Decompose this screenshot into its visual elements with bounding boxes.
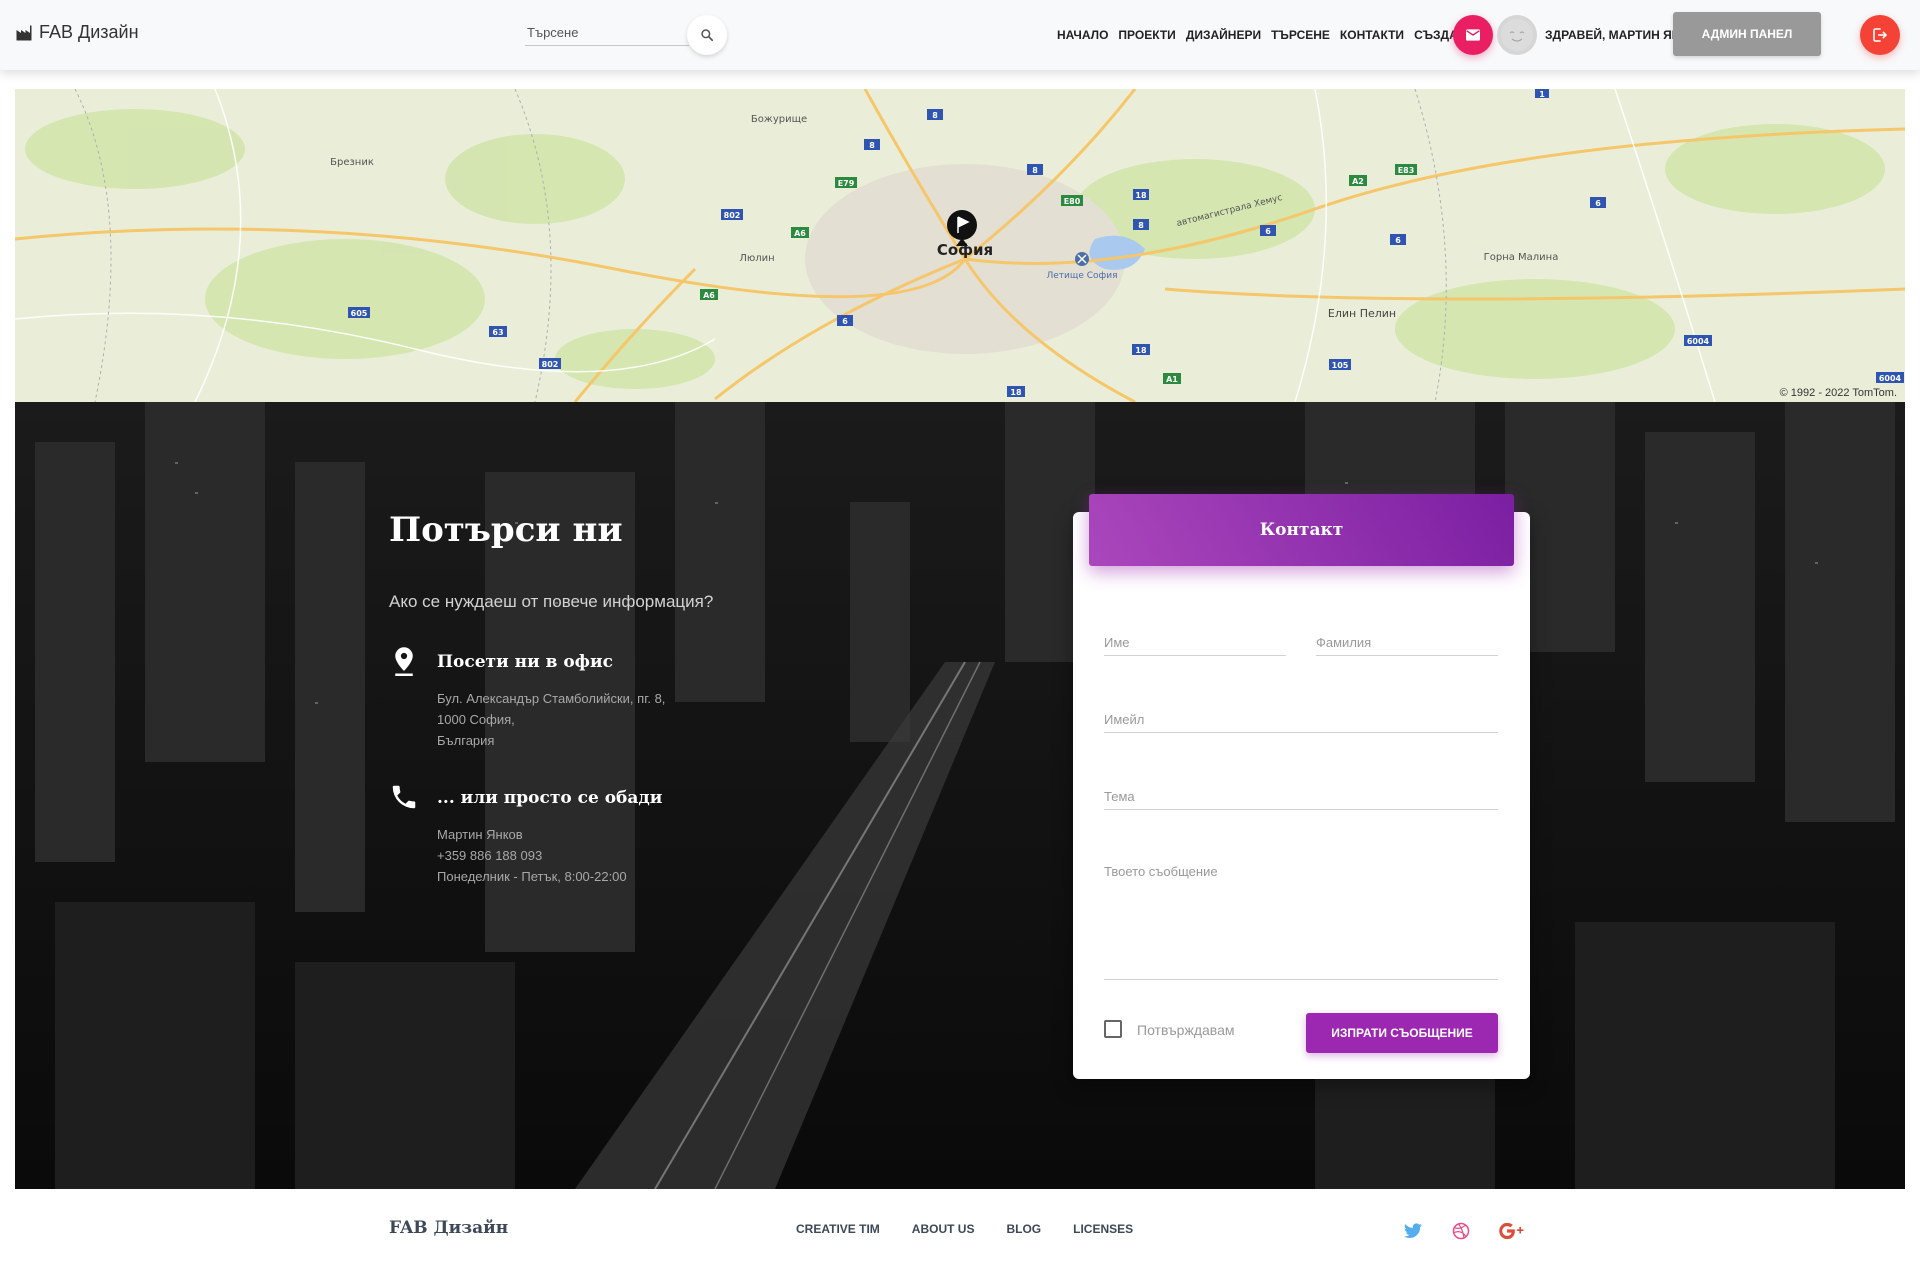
- mail-icon: [1466, 29, 1480, 41]
- contact-card-header: Контакт: [1089, 494, 1514, 566]
- subject-field[interactable]: [1104, 783, 1498, 810]
- map-road-label: E79: [838, 179, 855, 188]
- contact-name: Мартин Янков: [437, 827, 523, 842]
- map-road-label: 8: [1138, 221, 1144, 230]
- map-road-label: E80: [1064, 197, 1081, 206]
- map-place-label: Летище София: [1046, 271, 1117, 281]
- nav-link-projects[interactable]: ПРОЕКТИ: [1113, 28, 1180, 42]
- map-canvas: 8 8 8 E79 802 A6 A6 6 E80 18 8 A2 E83 6 …: [15, 89, 1905, 402]
- google-plus-link[interactable]: [1497, 1219, 1527, 1243]
- footer: FAB Дизайн CREATIVE TIM ABOUT US BLOG LI…: [0, 1189, 1920, 1273]
- messages-button[interactable]: [1453, 15, 1493, 55]
- address-line: 1000 София,: [437, 712, 515, 727]
- footer-nav: CREATIVE TIM ABOUT US BLOG LICENSES: [780, 1222, 1149, 1236]
- address-line: Бул. Александър Стамболийски, пг. 8,: [437, 691, 666, 706]
- map-road-label: 6: [1395, 236, 1401, 245]
- twitter-icon: [1404, 1223, 1422, 1239]
- map-road-label: A1: [1166, 375, 1178, 384]
- map-place-label: Елин Пелин: [1328, 307, 1396, 320]
- message-field[interactable]: [1104, 860, 1498, 980]
- map-road-label: 605: [351, 309, 368, 318]
- admin-panel-button[interactable]: АДМИН ПАНЕЛ: [1673, 12, 1821, 56]
- map-road-label: 8: [869, 141, 875, 150]
- map-road-label: 6: [1595, 199, 1601, 208]
- footer-link-blog[interactable]: BLOG: [990, 1222, 1057, 1236]
- dribbble-link[interactable]: [1449, 1219, 1473, 1243]
- logout-icon: [1873, 28, 1888, 42]
- map-place-label: Брезник: [330, 157, 374, 168]
- factory-icon: [16, 25, 32, 40]
- search-input[interactable]: [525, 19, 689, 46]
- map-road-label: 105: [1332, 361, 1349, 370]
- map-road-label: 802: [542, 360, 559, 369]
- phone-title: ... или просто се обади: [437, 788, 663, 808]
- nav-menu: НАЧАЛО ПРОЕКТИ ДИЗАЙНЕРИ ТЪРСЕНЕ КОНТАКТ…: [1052, 0, 1471, 70]
- location-map[interactable]: 8 8 8 E79 802 A6 A6 6 E80 18 8 A2 E83 6 …: [15, 89, 1905, 402]
- search-form: [525, 15, 727, 55]
- map-place-label: Божурище: [751, 114, 807, 125]
- nav-link-search[interactable]: ТЪРСЕНЕ: [1266, 28, 1335, 42]
- search-icon: [701, 29, 714, 42]
- map-copyright: © 1992 - 2022 TomTom.: [1779, 387, 1897, 399]
- phone-details: Мартин Янков +359 886 188 093 Понеделник…: [437, 824, 627, 887]
- section-subtitle: Ако се нуждаеш от повече информация?: [389, 592, 714, 611]
- airport-icon: [1075, 252, 1089, 266]
- send-message-button[interactable]: ИЗПРАТИ СЪОБЩЕНИЕ: [1306, 1013, 1498, 1053]
- confirm-checkbox[interactable]: [1104, 1020, 1122, 1038]
- map-road-label: 18: [1135, 191, 1147, 200]
- map-place-label: Горна Малина: [1484, 252, 1559, 263]
- map-road-label: A6: [703, 291, 715, 300]
- working-hours: Понеделник - Петък, 8:00-22:00: [437, 869, 627, 884]
- footer-link-creative-tim[interactable]: CREATIVE TIM: [780, 1222, 896, 1236]
- dribbble-icon: [1452, 1222, 1470, 1240]
- office-address: Бул. Александър Стамболийски, пг. 8, 100…: [437, 688, 665, 751]
- logout-button[interactable]: [1860, 15, 1900, 55]
- last-name-field[interactable]: [1316, 629, 1498, 656]
- phone-info: ... или просто се обади Мартин Янков +35…: [389, 782, 789, 892]
- contact-section: Потърси ни Ако се нуждаеш от повече инфо…: [15, 402, 1905, 1189]
- nav-link-designers[interactable]: ДИЗАЙНЕРИ: [1181, 28, 1266, 42]
- footer-link-about-us[interactable]: ABOUT US: [896, 1222, 991, 1236]
- map-road-label: 8: [1032, 166, 1038, 175]
- google-plus-icon: [1499, 1222, 1524, 1240]
- map-road-label: A6: [794, 229, 806, 238]
- map-road-label: 6004: [1687, 337, 1710, 346]
- nav-link-home[interactable]: НАЧАЛО: [1052, 28, 1113, 42]
- office-info: Посети ни в офис Бул. Александър Стамбол…: [389, 646, 789, 756]
- map-road-label: 6: [842, 317, 848, 326]
- email-field[interactable]: [1104, 706, 1498, 733]
- user-avatar[interactable]: [1497, 15, 1537, 55]
- map-road-label: 802: [724, 211, 741, 220]
- footer-brand[interactable]: FAB Дизайн: [389, 1218, 508, 1238]
- phone-icon: [392, 785, 416, 809]
- map-road-label: 8: [932, 111, 938, 120]
- map-road-label: 18: [1010, 388, 1022, 397]
- office-title: Посети ни в офис: [437, 652, 613, 672]
- search-button[interactable]: [687, 15, 727, 55]
- map-road-label: 18: [1135, 346, 1147, 355]
- location-pin-icon: [395, 647, 413, 676]
- footer-link-licenses[interactable]: LICENSES: [1057, 1222, 1149, 1236]
- map-road-label: 6: [1265, 227, 1271, 236]
- address-line: България: [437, 733, 495, 748]
- map-road-label: 6004: [1879, 374, 1902, 383]
- map-place-label: Люлин: [739, 253, 774, 264]
- navbar: FAB Дизайн НАЧАЛО ПРОЕКТИ ДИЗАЙНЕРИ ТЪРС…: [0, 0, 1920, 70]
- first-name-field[interactable]: [1104, 629, 1286, 656]
- twitter-link[interactable]: [1401, 1219, 1425, 1243]
- section-title: Потърси ни: [389, 510, 623, 550]
- phone-number: +359 886 188 093: [437, 848, 543, 863]
- confirm-label: Потвърждавам: [1137, 1022, 1235, 1038]
- map-road-label: 1: [1539, 90, 1545, 99]
- brand-link[interactable]: FAB Дизайн: [15, 22, 139, 43]
- brand-name: FAB Дизайн: [39, 22, 139, 42]
- map-road-label: A2: [1352, 177, 1364, 186]
- nav-link-contacts[interactable]: КОНТАКТИ: [1335, 28, 1409, 42]
- city-background-image: [15, 402, 1905, 1189]
- smiley-avatar-icon: [1501, 19, 1533, 51]
- map-road-label: 63: [492, 328, 503, 337]
- map-road-label: E83: [1398, 166, 1415, 175]
